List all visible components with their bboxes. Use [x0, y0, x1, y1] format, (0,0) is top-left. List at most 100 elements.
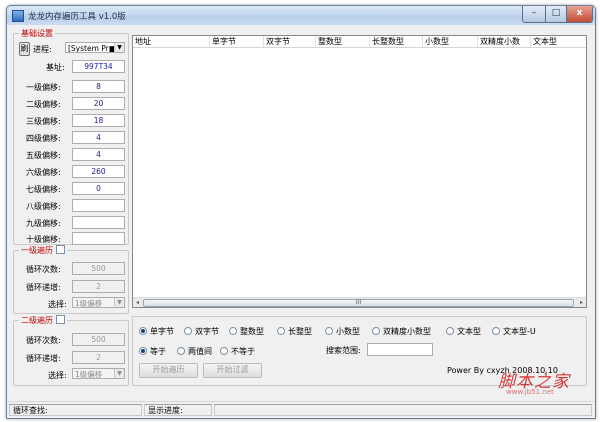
compare-option-not-equal[interactable]: 不等于	[220, 346, 255, 357]
offset-10-label: 十级偏移:	[26, 235, 61, 244]
type-option-float[interactable]: 小数型	[325, 326, 360, 337]
level2-legend: 二级遍历	[19, 315, 67, 326]
scroll-left-icon[interactable]: ◂	[133, 298, 142, 307]
radio-icon[interactable]	[177, 347, 185, 355]
base-address-input[interactable]: 997T34	[72, 60, 125, 73]
level2-select[interactable]: 1级偏移 ▼	[72, 368, 125, 379]
watermark-url: www.jb51.net	[506, 388, 554, 396]
offset-6-input[interactable]: 260	[72, 165, 125, 178]
level2-legend-text: 二级遍历	[21, 316, 53, 325]
type-option-float-label: 小数型	[336, 327, 360, 336]
result-list[interactable]: 地址 单字节 双字节 整数型 长整数型 小数型 双精度小数 文本型 ◂ III …	[132, 35, 587, 308]
chevron-down-icon[interactable]: ▼	[114, 369, 124, 378]
offset-4-label: 四级偏移:	[26, 134, 61, 143]
status-loop-search: 循环查找:	[9, 404, 142, 416]
level2-select-label: 选择:	[48, 371, 67, 380]
compare-option-equal-label: 等于	[150, 347, 166, 356]
level1-legend: 一级遍历	[19, 245, 67, 256]
refresh-button[interactable]: 刷	[19, 42, 30, 56]
type-option-long[interactable]: 长整型	[277, 326, 312, 337]
level1-loop-inc-input[interactable]: 2	[72, 280, 125, 293]
compare-option-equal[interactable]: 等于	[139, 346, 166, 357]
maximize-button[interactable]: □	[545, 6, 567, 23]
column-header-double[interactable]: 双精度小数	[478, 36, 531, 47]
process-select-value: [System Pr■	[68, 44, 116, 53]
level1-loop-count-input[interactable]: 500	[72, 262, 125, 275]
radio-icon[interactable]	[372, 327, 380, 335]
level1-select-value: 1级偏移	[75, 299, 103, 308]
radio-icon[interactable]	[492, 327, 500, 335]
base-address-label: 基址:	[46, 63, 65, 72]
level1-loop-inc-label: 循环递增:	[26, 283, 61, 292]
offset-8-label: 八级偏移:	[26, 202, 61, 211]
level1-loop-count-label: 循环次数:	[26, 265, 61, 274]
main-window: 龙龙内存遍历工具 v1.0版 – □ x 基础设置 刷 进程: [System …	[6, 5, 596, 419]
level2-loop-count-label: 循环次数:	[26, 336, 61, 345]
level1-enable-checkbox[interactable]	[56, 245, 65, 254]
level2-loop-inc-input[interactable]: 2	[72, 351, 125, 364]
radio-icon[interactable]	[139, 347, 147, 355]
offset-5-label: 五级偏移:	[26, 151, 61, 160]
search-range-label: 搜索范围:	[326, 346, 361, 355]
level1-traverse-group: 一级遍历 循环次数: 500 循环递增: 2 选择: 1级偏移 ▼	[13, 245, 129, 314]
offset-9-input[interactable]	[72, 216, 125, 229]
list-header: 地址 单字节 双字节 整数型 长整数型 小数型 双精度小数 文本型	[133, 36, 586, 48]
title-bar: 龙龙内存遍历工具 v1.0版 – □ x	[7, 6, 595, 25]
radio-icon[interactable]	[229, 327, 237, 335]
type-option-text-u[interactable]: 文本型-U	[492, 326, 536, 337]
offset-8-input[interactable]	[72, 199, 125, 212]
column-header-float[interactable]: 小数型	[423, 36, 478, 47]
process-label: 进程:	[33, 45, 52, 54]
level2-traverse-group: 二级遍历 循环次数: 500 循环递增: 2 选择: 1级偏移 ▼	[13, 315, 129, 386]
column-header-text[interactable]: 文本型	[531, 36, 586, 47]
compare-option-between[interactable]: 两值间	[177, 346, 212, 357]
type-option-long-label: 长整型	[288, 327, 312, 336]
column-header-int[interactable]: 整数型	[316, 36, 370, 47]
column-header-long[interactable]: 长整数型	[370, 36, 423, 47]
type-option-text[interactable]: 文本型	[446, 326, 481, 337]
column-header-address[interactable]: 地址	[133, 36, 210, 47]
horizontal-scrollbar[interactable]: ◂ III ▸	[133, 297, 586, 307]
base-settings-legend: 基础设置	[19, 28, 55, 39]
radio-icon[interactable]	[446, 327, 454, 335]
column-header-byte[interactable]: 单字节	[210, 36, 264, 47]
level1-select[interactable]: 1级偏移 ▼	[72, 297, 125, 308]
type-option-text-u-label: 文本型-U	[503, 327, 536, 336]
radio-icon[interactable]	[325, 327, 333, 335]
type-option-double[interactable]: 双精度小数型	[372, 326, 431, 337]
offset-4-input[interactable]: 4	[72, 131, 125, 144]
offset-9-label: 九级偏移:	[26, 219, 61, 228]
offset-1-label: 一级偏移:	[26, 83, 61, 92]
level2-loop-count-input[interactable]: 500	[72, 333, 125, 346]
offset-2-input[interactable]: 20	[72, 97, 125, 110]
status-progress-value	[214, 404, 592, 416]
offset-1-input[interactable]: 8	[72, 80, 125, 93]
start-traverse-button[interactable]: 开始遍历	[139, 363, 198, 378]
radio-icon[interactable]	[220, 347, 228, 355]
chevron-down-icon[interactable]: ▼	[114, 298, 124, 307]
compare-option-between-label: 两值间	[188, 347, 212, 356]
compare-option-not-equal-label: 不等于	[231, 347, 255, 356]
type-option-short[interactable]: 双字节	[184, 326, 219, 337]
radio-icon[interactable]	[277, 327, 285, 335]
offset-5-input[interactable]: 4	[72, 148, 125, 161]
radio-icon[interactable]	[184, 327, 192, 335]
type-option-int[interactable]: 整数型	[229, 326, 264, 337]
radio-icon[interactable]	[139, 327, 147, 335]
type-option-text-label: 文本型	[457, 327, 481, 336]
minimize-button[interactable]: –	[522, 6, 546, 23]
scrollbar-thumb[interactable]: III	[143, 299, 574, 307]
offset-10-input[interactable]	[72, 232, 125, 245]
offset-7-input[interactable]: 0	[72, 182, 125, 195]
close-button[interactable]: x	[566, 6, 593, 23]
search-range-input[interactable]	[367, 343, 433, 356]
offset-3-input[interactable]: 18	[72, 114, 125, 127]
level2-enable-checkbox[interactable]	[56, 315, 65, 324]
scroll-right-icon[interactable]: ▸	[577, 298, 586, 307]
start-filter-button[interactable]: 开始过滤	[203, 363, 262, 378]
process-select[interactable]: [System Pr■ ▼	[65, 42, 125, 53]
window-title: 龙龙内存遍历工具 v1.0版	[28, 12, 126, 22]
chevron-down-icon[interactable]: ▼	[114, 43, 124, 52]
column-header-short[interactable]: 双字节	[264, 36, 316, 47]
type-option-byte[interactable]: 单字节	[139, 326, 174, 337]
